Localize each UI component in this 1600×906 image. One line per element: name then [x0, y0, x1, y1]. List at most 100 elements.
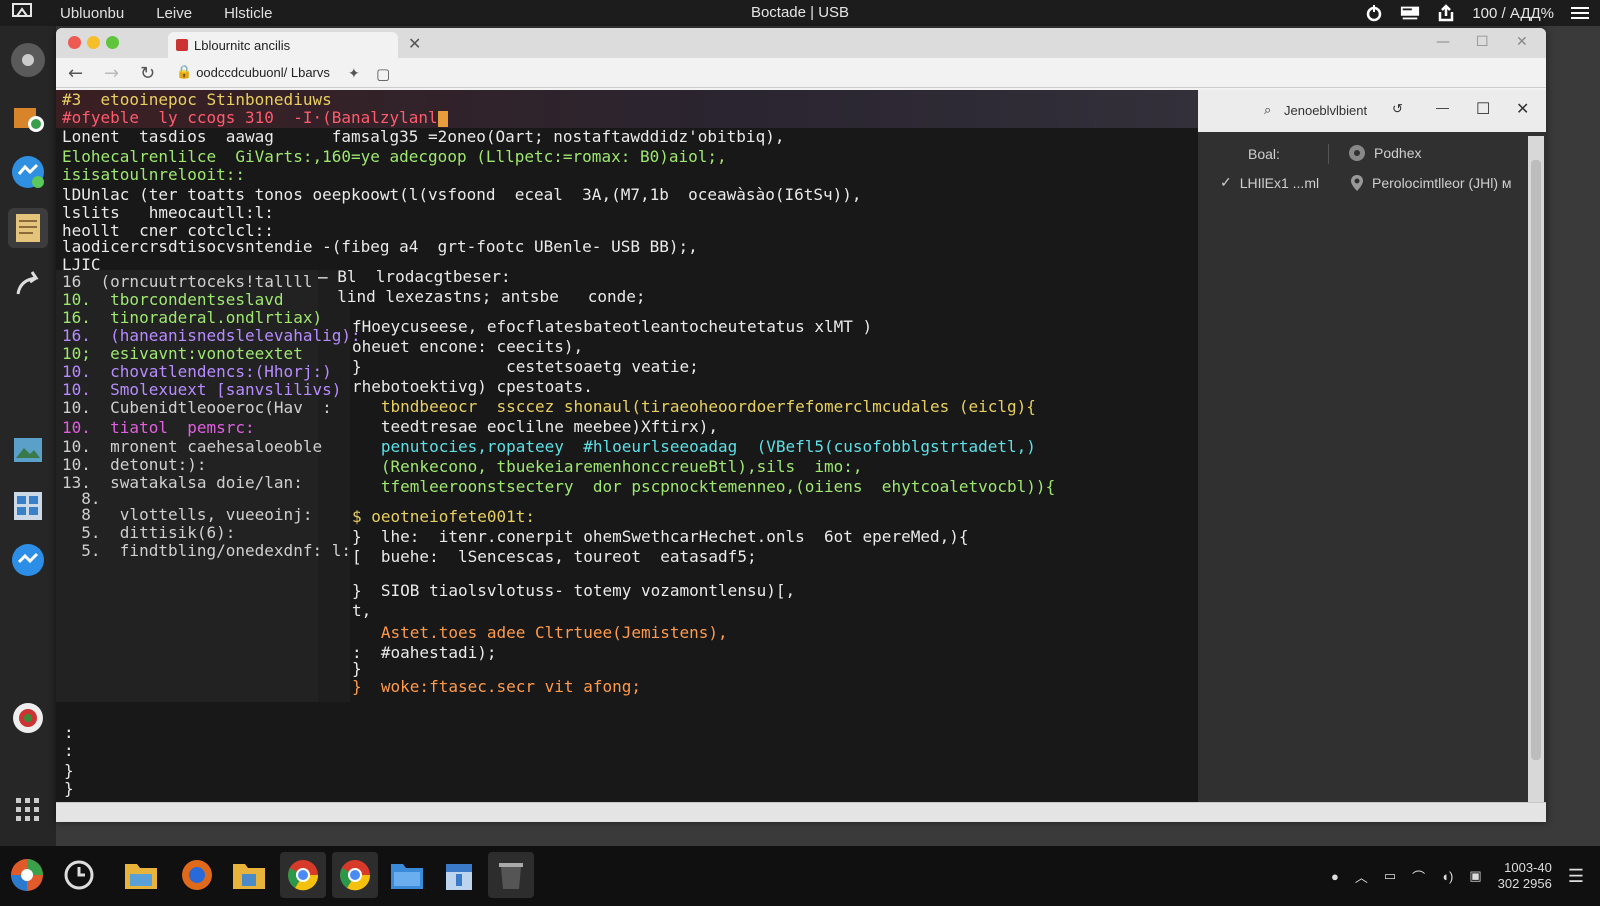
terminal-pane[interactable]: #3 etooinepoc Stinbonediuws #ofyeble ly …	[56, 90, 1198, 802]
tail-line: :	[64, 723, 74, 742]
code-line: : #oahestadi);	[352, 643, 497, 662]
side-row-item[interactable]: Podhex	[1348, 144, 1421, 162]
close-icon[interactable]: ✕	[1516, 34, 1528, 50]
horizontal-scrollbar[interactable]	[56, 802, 1546, 822]
minimize-icon[interactable]: —	[1436, 34, 1450, 50]
show-apps-grid-icon[interactable]	[8, 790, 48, 830]
terminal-line: laodicercrsdtisocvsntendie -(fibeg a4 gr…	[62, 237, 698, 256]
chrome-icon-2[interactable]	[332, 852, 378, 898]
system-logo-icon[interactable]	[0, 3, 44, 23]
vertical-scrollbar[interactable]	[1528, 136, 1544, 802]
maximize-icon[interactable]: ☐	[1476, 34, 1489, 50]
trash-icon[interactable]	[488, 852, 534, 898]
clock[interactable]: 1003-40 302 2956	[1498, 860, 1552, 892]
power-icon[interactable]	[1364, 4, 1384, 22]
code-line: penutocies,ropateey #hloeurlseeoadag (VB…	[352, 437, 1036, 456]
launcher-text-editor-icon[interactable]	[8, 208, 48, 248]
extension-icon[interactable]: ▢	[376, 65, 390, 83]
launcher-share-arrow-icon[interactable]	[8, 264, 48, 304]
notifications-icon[interactable]: ☰	[1568, 866, 1584, 887]
menu-item-leive[interactable]: Leive	[140, 5, 208, 22]
launcher-image-viewer-icon[interactable]	[8, 430, 48, 470]
clock-app-icon[interactable]	[56, 852, 102, 898]
back-arrow-icon[interactable]: ←	[68, 63, 83, 84]
header-line: #3 etooinepoc Stinbonediuws	[62, 90, 332, 109]
archive-icon[interactable]	[436, 852, 482, 898]
code-line: t,	[352, 601, 372, 620]
tab-close-icon[interactable]: ✕	[408, 34, 421, 53]
side-row-item[interactable]: ✓ LHIlEx1 ...ml	[1220, 174, 1319, 191]
chrome-icon[interactable]	[280, 852, 326, 898]
list-line: 16 (orncuutrtoceks!tallll	[62, 272, 313, 291]
divider	[1328, 144, 1329, 164]
list-line: 5. dittisik(6):	[62, 523, 236, 542]
code-line: fHoeycuseese, efocflatesbateotleantocheu…	[352, 317, 873, 336]
list-line: 8 vlottells, vueeoinj:	[62, 505, 313, 524]
browser-window: Lblournitc ancilis ✕ — ☐ ✕ ← → ↻ 🔒 oodcc…	[56, 28, 1546, 822]
search-icon[interactable]: ⌕	[1264, 102, 1271, 118]
url-text: oodccdcubuonl/ Lbarvs	[196, 64, 330, 80]
terminal-line: Elohecalrenlilce GiVarts:,160=ye adecgoo…	[62, 147, 727, 166]
launcher-gnome-icon[interactable]	[8, 698, 48, 738]
hamburger-menu-icon[interactable]	[1570, 4, 1590, 22]
launcher-grid-app-icon[interactable]	[8, 486, 48, 526]
battery-icon[interactable]: ▭	[1384, 868, 1396, 884]
start-menu-icon[interactable]	[4, 852, 50, 898]
url-bar[interactable]: 🔒 oodccdcubuonl/ Lbarvs	[172, 61, 362, 83]
code-line: tbndbeeocr ssccez shonaul(tiraeoheoordoe…	[352, 397, 1036, 416]
code-line: Astet.toes adee Cltrtuee(Jemistens),	[352, 623, 728, 642]
bookmark-icon[interactable]: ✦	[348, 66, 360, 82]
launcher-chat-icon[interactable]	[8, 540, 48, 580]
code-line: } SIOB tiaolsvlotuss- totemy vozamontlen…	[352, 581, 796, 600]
side-row-item[interactable]: Perolocimtlleor (JHl) м	[1350, 174, 1512, 192]
terminal-line: lslits hmeocautll:l:	[62, 203, 274, 222]
code-line: } woke:ftasec.secr vit afong;	[352, 677, 641, 696]
dot-icon[interactable]: ●	[1331, 869, 1339, 884]
side-row-label: Boal:	[1248, 146, 1280, 162]
display-icon[interactable]	[1400, 4, 1420, 22]
close-window-button[interactable]	[68, 36, 81, 49]
folder-icon[interactable]	[226, 852, 272, 898]
chevron-up-icon[interactable]: ︿	[1355, 867, 1368, 886]
refresh-icon[interactable]: ↺	[1392, 101, 1403, 117]
tail-line: }	[64, 761, 74, 780]
code-line: teedtresae eoclilne meebee)Хftirx),	[352, 417, 719, 436]
list-line: 16. tinoraderal.ondlrtiax)	[62, 308, 323, 327]
launcher-messenger-icon[interactable]	[8, 152, 48, 192]
maximize-window-button[interactable]	[106, 36, 119, 49]
gear-icon	[1349, 145, 1365, 161]
panel-maximize-icon[interactable]: ☐	[1476, 99, 1490, 119]
reload-icon[interactable]: ↻	[140, 63, 155, 84]
input-method-icon[interactable]: ▣	[1469, 868, 1481, 884]
panel-minimize-icon[interactable]: —	[1436, 100, 1449, 115]
code-line: }	[352, 659, 362, 678]
code-line: } lhe: itenr.conerpit ohemSwethcarHechet…	[352, 527, 969, 546]
terminal-cursor	[437, 110, 448, 127]
documents-folder-icon[interactable]	[384, 852, 430, 898]
menu-item-app[interactable]: Ubluonbu	[44, 5, 140, 22]
volume-icon[interactable]: ◖)	[1441, 869, 1453, 884]
minimize-window-button[interactable]	[87, 36, 100, 49]
list-line: 10; esivavnt:vonoteextet	[62, 344, 303, 363]
forward-arrow-icon[interactable]: →	[104, 63, 119, 84]
tab-active[interactable]: Lblournitc ancilis	[168, 32, 398, 58]
firefox-icon[interactable]	[174, 852, 220, 898]
code-line: (Renkecono, tbuekeiaremenhonccreueBtl),s…	[352, 457, 863, 476]
panel-close-icon[interactable]: ✕	[1516, 99, 1529, 119]
list-line: 10. mronent caehesaloeoble	[62, 437, 323, 456]
lock-icon: 🔒	[176, 64, 193, 79]
menu-item-hlsticle[interactable]: Hlsticle	[208, 5, 288, 22]
wifi-icon[interactable]: ⌒	[1412, 867, 1425, 886]
share-icon[interactable]	[1436, 4, 1456, 22]
side-panel-search-label[interactable]: Jenoeblvlbient	[1284, 103, 1367, 118]
list-line: 10. tiatol pemsrc:	[62, 418, 255, 437]
scrollbar-thumb[interactable]	[1531, 160, 1541, 760]
terminal-line: Lonent tasdios aawag famsalg35 =2oneo(Oa…	[62, 127, 785, 146]
launcher-settings-icon[interactable]	[8, 40, 48, 80]
code-line: rhebotoektivg) cpestoats.	[352, 377, 593, 396]
code-line: } cestetsoaetg veatie;	[352, 357, 699, 376]
code-line: $ oeotneiofete001t:	[352, 507, 536, 526]
file-manager-icon[interactable]	[118, 852, 164, 898]
top-tray: 100 / АДД%	[1364, 0, 1590, 26]
launcher-files-icon[interactable]	[8, 96, 48, 136]
